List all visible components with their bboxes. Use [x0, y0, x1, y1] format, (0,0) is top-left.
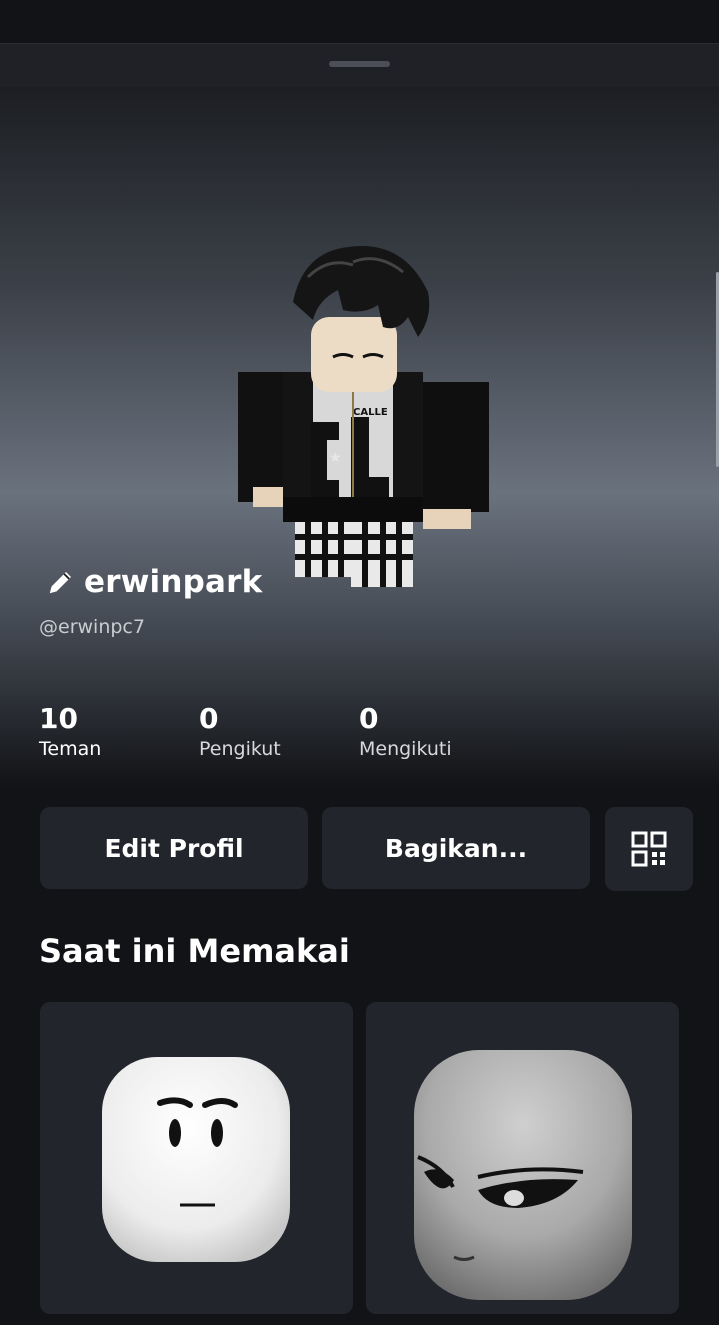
- pencil-icon[interactable]: [46, 567, 76, 597]
- stat-value: 0: [359, 702, 379, 735]
- stat-label: Teman: [39, 738, 102, 760]
- wearing-item-card[interactable]: [366, 1002, 679, 1314]
- stat-value: 0: [199, 702, 219, 735]
- share-button[interactable]: Bagikan...: [322, 807, 590, 889]
- avatar-figure[interactable]: CALLE ★: [233, 167, 498, 587]
- sheet-header: [0, 43, 719, 88]
- edit-profile-button[interactable]: Edit Profil: [40, 807, 308, 889]
- classic-face-head-icon: [102, 1057, 290, 1262]
- stat-following[interactable]: 0 Mengikuti: [359, 703, 452, 761]
- stat-followers[interactable]: 0 Pengikut: [199, 703, 281, 761]
- stat-label: Pengikut: [199, 738, 281, 760]
- svg-text:★: ★: [329, 450, 342, 466]
- username: @erwinpc7: [39, 616, 145, 638]
- avatar-hero: CALLE ★ erwinpark @erwinpc7 10 Teman 0 P…: [0, 87, 719, 787]
- stat-label: Mengikuti: [359, 738, 452, 760]
- wearing-item-card[interactable]: [40, 1002, 353, 1314]
- display-name-row[interactable]: erwinpark: [46, 562, 262, 602]
- qr-code-icon: [631, 831, 667, 867]
- qr-code-button[interactable]: [605, 807, 693, 891]
- display-name: erwinpark: [84, 564, 263, 600]
- stat-friends[interactable]: 10 Teman: [39, 703, 101, 761]
- drag-handle[interactable]: [329, 61, 390, 67]
- status-bar: [0, 0, 719, 43]
- head: [311, 317, 397, 392]
- svg-text:CALLE: CALLE: [353, 407, 388, 418]
- smirk-face-head-icon: [414, 1050, 632, 1300]
- stat-value: 10: [39, 702, 78, 735]
- section-title-currently-wearing: Saat ini Memakai: [39, 932, 350, 970]
